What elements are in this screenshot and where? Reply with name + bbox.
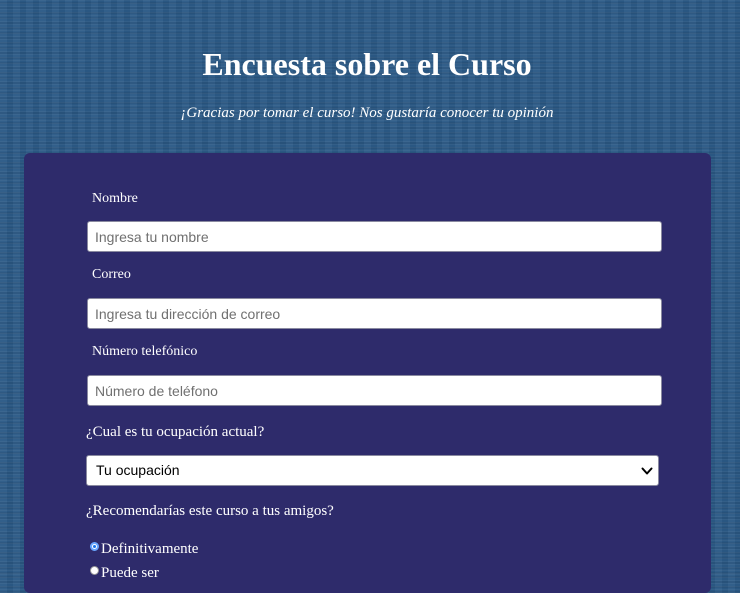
chevron-down-icon — [641, 467, 653, 475]
occupation-selected-value: Tu ocupación — [96, 462, 180, 478]
email-label: Correo — [92, 267, 131, 282]
survey-form: Nombre Correo Número telefónico ¿Cual es… — [24, 153, 711, 593]
occupation-select[interactable]: Tu ocupación — [86, 455, 659, 486]
occupation-question: ¿Cual es tu ocupación actual? — [86, 424, 265, 440]
recommend-option-definitely[interactable]: Definitivamente — [90, 541, 198, 557]
radio-label: Definitivamente — [101, 541, 199, 557]
page-title: Encuesta sobre el Curso — [202, 46, 532, 82]
radio-button[interactable] — [90, 542, 99, 551]
phone-input[interactable] — [87, 375, 662, 406]
phone-label: Número telefónico — [92, 344, 198, 359]
recommend-question: ¿Recomendarías este curso a tus amigos? — [86, 503, 334, 519]
recommend-option-maybe[interactable]: Puede ser — [90, 565, 159, 581]
radio-label: Puede ser — [101, 565, 159, 581]
name-input[interactable] — [87, 221, 662, 252]
name-label: Nombre — [92, 191, 138, 206]
email-input[interactable] — [87, 298, 662, 329]
page-subtitle: ¡Gracias por tomar el curso! Nos gustarí… — [180, 105, 554, 121]
